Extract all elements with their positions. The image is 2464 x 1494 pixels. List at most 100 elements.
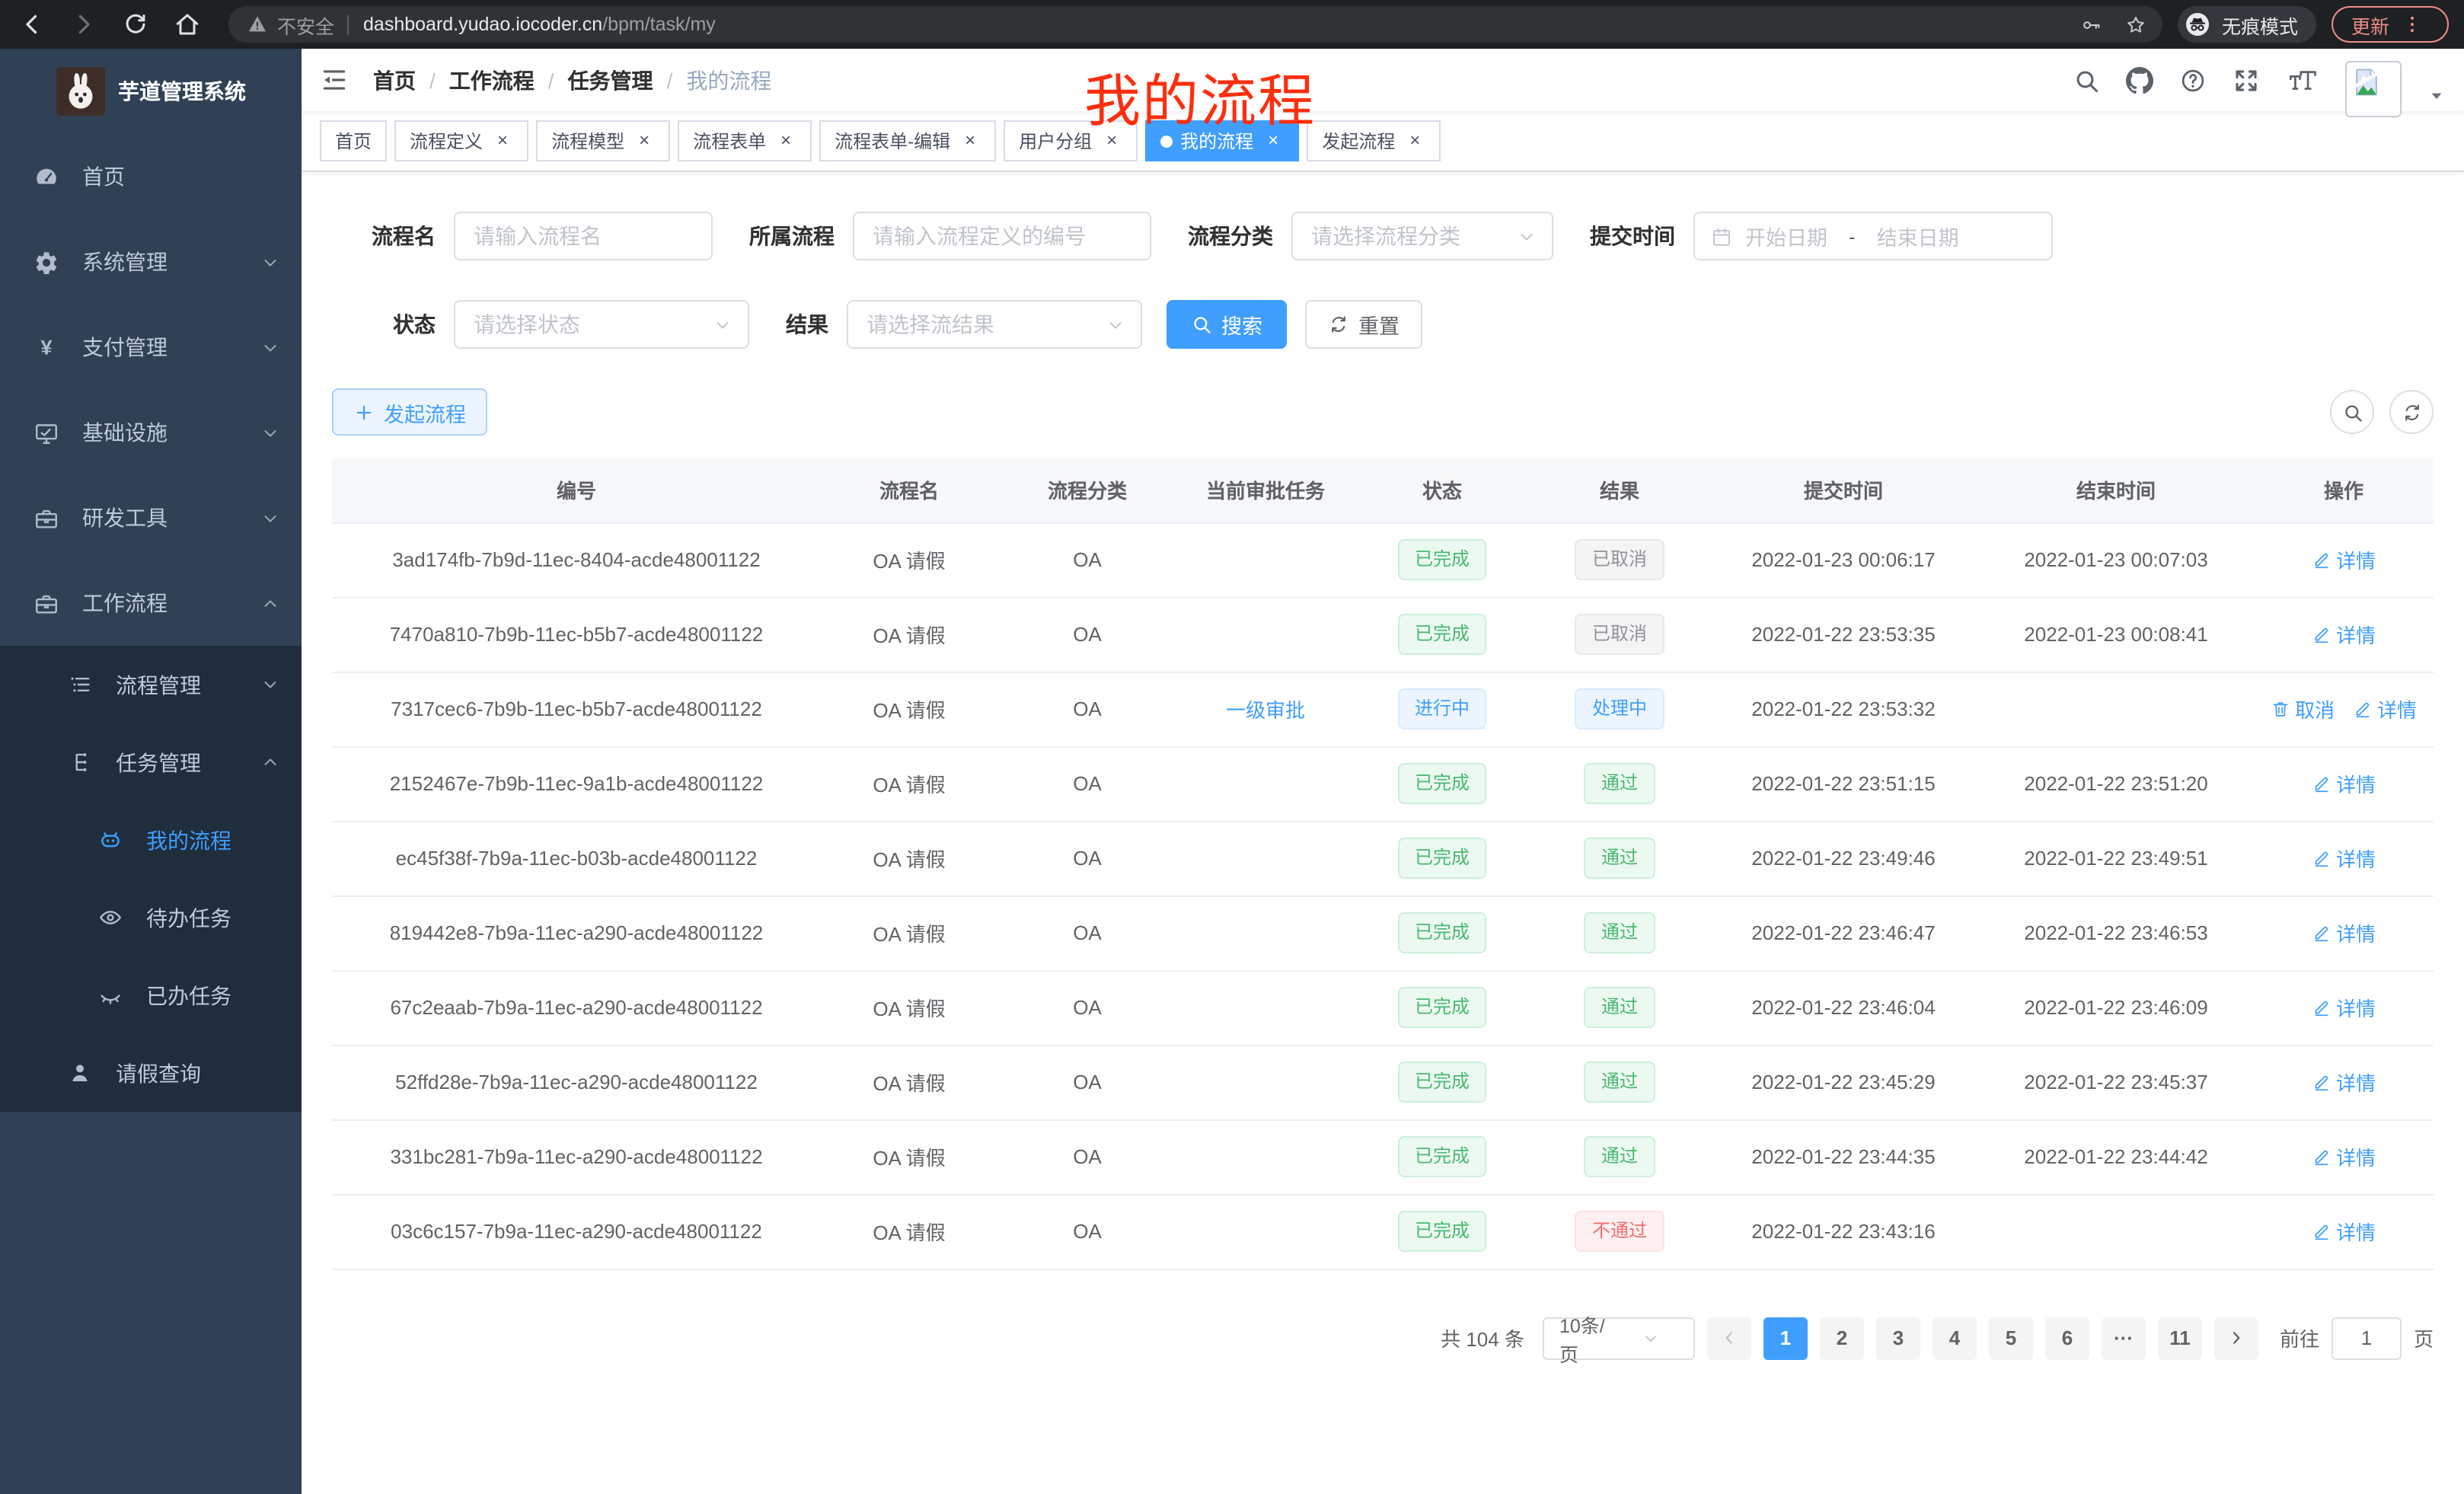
goto-page-input[interactable] [2332,1317,2402,1359]
result-badge: 已取消 [1575,539,1664,580]
detail-link[interactable]: 详情 [2312,993,2376,1022]
help-icon[interactable] [2179,66,2207,94]
detail-link[interactable]: 详情 [2312,844,2376,873]
sidebar-collapse-icon[interactable] [320,65,349,94]
tab-我的流程[interactable]: 我的流程× [1145,120,1299,161]
sidebar-item-基础设施[interactable]: 基础设施 [0,390,302,475]
tab-流程定义[interactable]: 流程定义× [394,120,528,161]
create-process-button[interactable]: 发起流程 [332,388,487,436]
cell-end-time [1978,672,2254,746]
edit-icon [2312,1072,2332,1092]
address-bar[interactable]: 不安全 dashboard.yudao.iocoder.cn /bpm/task… [228,6,2162,43]
page-button-2[interactable]: 2 [1820,1317,1864,1359]
detail-link[interactable]: 详情 [2312,769,2376,798]
cell-actions: 详情 [2254,597,2434,672]
browser-forward-icon[interactable] [70,11,97,38]
detail-link[interactable]: 详情 [2312,545,2376,574]
sidebar-item-系统管理[interactable]: 系统管理 [0,219,302,305]
sidebar-item-请假查询[interactable]: 请假查询 [0,1034,302,1112]
tab-close-icon[interactable]: × [1262,130,1284,152]
status-select[interactable]: 请选择状态 [454,300,749,349]
prev-page-button[interactable] [1707,1317,1751,1359]
cell-category: OA [997,970,1177,1045]
page-button-11[interactable]: 11 [2158,1317,2202,1359]
search-button[interactable]: 搜索 [1167,300,1287,349]
tab-首页[interactable]: 首页 [320,120,387,161]
font-size-icon[interactable] [2286,66,2319,94]
not-secure-warning-icon[interactable] [247,14,268,35]
current-task-link[interactable]: 一级审批 [1226,694,1305,723]
refresh-table-button[interactable] [2389,390,2434,434]
github-icon[interactable] [2126,66,2153,94]
tab-close-icon[interactable]: × [959,130,981,152]
breadcrumb-item[interactable]: 任务管理 [568,65,653,95]
page-button-4[interactable]: 4 [1933,1317,1977,1359]
process-name-input[interactable] [454,212,713,260]
sidebar-item-工作流程[interactable]: 工作流程 [0,560,302,646]
tab-close-icon[interactable]: × [492,130,513,152]
cancel-link[interactable]: 取消 [2271,694,2335,723]
password-key-icon[interactable] [2080,13,2103,36]
sidebar-item-流程管理[interactable]: 流程管理 [0,646,302,723]
breadcrumb-item[interactable]: 工作流程 [449,65,535,95]
cell-submit-time: 2022-01-22 23:44:35 [1709,1119,1978,1194]
cell-result: 通过 [1530,821,1709,895]
page-button-5[interactable]: 5 [1989,1317,2033,1359]
tab-用户分组[interactable]: 用户分组× [1004,120,1138,161]
cell-current-task: 一级审批 [1177,672,1354,746]
sidebar-item-任务管理[interactable]: 任务管理 [0,723,302,801]
next-page-button[interactable] [2214,1317,2258,1359]
detail-link[interactable]: 详情 [2312,1217,2376,1246]
sidebar-item-待办任务[interactable]: 待办任务 [0,879,302,956]
detail-link[interactable]: 详情 [2312,1068,2376,1097]
toggle-search-button[interactable] [2330,390,2374,434]
user-avatar[interactable] [2345,61,2402,117]
table-row: 2152467e-7b9b-11ec-9a1b-acde48001122OA 请… [332,746,2434,821]
fullscreen-icon[interactable] [2233,66,2260,94]
result-select[interactable]: 请选择流结果 [847,300,1142,349]
detail-link[interactable]: 详情 [2312,620,2376,649]
tab-流程表单-编辑[interactable]: 流程表单-编辑× [819,120,996,161]
category-select[interactable]: 请选择流程分类 [1291,212,1553,260]
page-button-3[interactable]: 3 [1876,1317,1920,1359]
sidebar-item-研发工具[interactable]: 研发工具 [0,475,302,560]
app-title: 芋道管理系统 [118,76,246,107]
header-search-icon[interactable] [2073,66,2100,94]
sidebar-item-已办任务[interactable]: 已办任务 [0,956,302,1034]
browser-update-button[interactable]: 更新 [2332,6,2449,43]
tab-close-icon[interactable]: × [634,130,655,152]
tab-close-icon[interactable]: × [775,130,796,152]
detail-link[interactable]: 详情 [2312,918,2376,947]
tab-发起流程[interactable]: 发起流程× [1307,120,1441,161]
bookmark-star-icon[interactable] [2124,13,2147,36]
sidebar-item-支付管理[interactable]: ¥支付管理 [0,305,302,390]
avatar-caret-down-icon[interactable] [2427,86,2446,104]
page-button-1[interactable]: 1 [1763,1317,1808,1359]
browser-reload-icon[interactable] [122,11,149,38]
sidebar-item-我的流程[interactable]: 我的流程 [0,801,302,879]
page-size-select[interactable]: 10条/页 [1543,1317,1695,1359]
page-ellipsis[interactable]: ··· [2102,1317,2146,1359]
table-row: ec45f38f-7b9a-11ec-b03b-acde48001122OA 请… [332,821,2434,895]
cell-process-id: 7317cec6-7b9b-11ec-b5b7-acde48001122 [332,672,821,746]
parent-process-input[interactable] [853,212,1151,260]
browser-back-icon[interactable] [18,11,46,38]
detail-link[interactable]: 详情 [2312,1142,2376,1171]
tab-流程表单[interactable]: 流程表单× [678,120,812,161]
page-button-6[interactable]: 6 [2045,1317,2089,1359]
browser-home-icon[interactable] [174,11,201,38]
tab-流程模型[interactable]: 流程模型× [536,120,670,161]
breadcrumb-item[interactable]: 首页 [373,65,416,95]
result-badge: 通过 [1585,912,1655,953]
refresh-icon [2401,401,2422,423]
submit-time-range-picker[interactable]: 开始日期 - 结束日期 [1693,212,2053,260]
tab-close-icon[interactable]: × [1101,130,1122,152]
cell-end-time: 2022-01-23 00:07:03 [1978,522,2254,597]
tab-close-icon[interactable]: × [1404,130,1425,152]
result-badge: 通过 [1585,763,1655,804]
app-logo-row[interactable]: 芋道管理系统 [0,49,302,134]
sidebar-item-首页[interactable]: 首页 [0,134,302,219]
browser-menu-dots-icon[interactable] [2402,14,2423,35]
reset-button[interactable]: 重置 [1305,300,1422,349]
detail-link[interactable]: 详情 [2353,694,2417,723]
